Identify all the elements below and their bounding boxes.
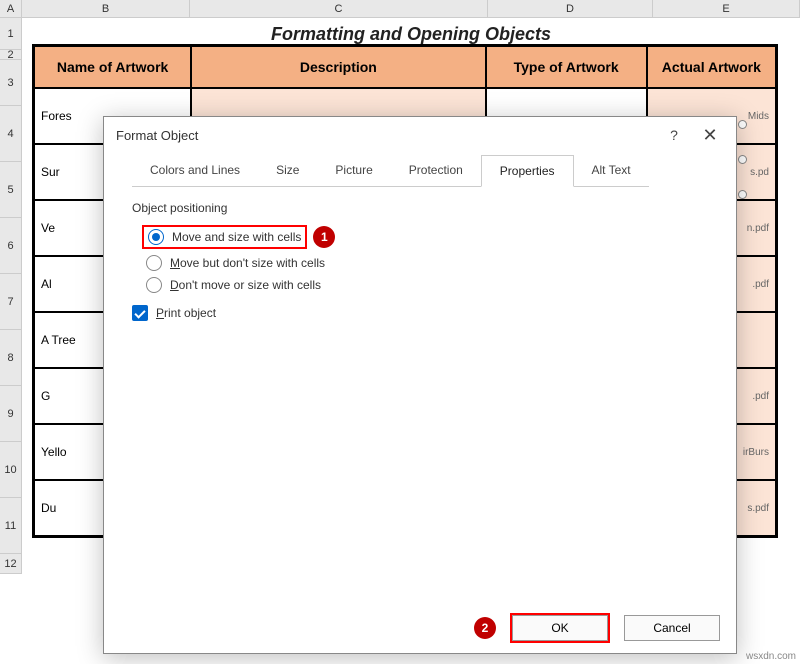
row-header-3[interactable]: 3	[0, 60, 21, 106]
column-header-d[interactable]: D	[488, 0, 653, 17]
checkbox-print-object-label[interactable]: Print object	[156, 306, 216, 320]
selection-handle-icon[interactable]	[738, 120, 747, 129]
column-header-c[interactable]: C	[190, 0, 488, 17]
row-header-2[interactable]: 2	[0, 50, 21, 60]
radio-icon[interactable]	[146, 277, 162, 293]
column-header-a[interactable]: A	[0, 0, 22, 17]
row-headers: 1 2 3 4 5 6 7 8 9 10 11 12	[0, 18, 22, 574]
row-header-10[interactable]: 10	[0, 442, 21, 498]
row-header-8[interactable]: 8	[0, 330, 21, 386]
tab-colors-and-lines[interactable]: Colors and Lines	[132, 155, 258, 187]
tab-picture[interactable]: Picture	[317, 155, 390, 187]
row-header-9[interactable]: 9	[0, 386, 21, 442]
radio-icon[interactable]	[146, 255, 162, 271]
header-type: Type of Artwork	[486, 46, 647, 88]
dialog-help-button[interactable]: ?	[660, 121, 688, 149]
header-actual: Actual Artwork	[647, 46, 776, 88]
row-header-4[interactable]: 4	[0, 106, 21, 162]
dialog-close-button[interactable]: ✕	[696, 121, 724, 149]
row-header-12[interactable]: 12	[0, 554, 21, 574]
tabstrip: Colors and Lines Size Picture Protection…	[132, 155, 708, 187]
annotation-highlight-1: Move and size with cells	[142, 225, 307, 249]
tab-size[interactable]: Size	[258, 155, 317, 187]
column-headers: A B C D E	[0, 0, 800, 18]
row-header-1[interactable]: 1	[0, 18, 21, 50]
selection-handle-icon[interactable]	[738, 190, 747, 199]
row-header-6[interactable]: 6	[0, 218, 21, 274]
format-object-dialog: Format Object ? ✕ Colors and Lines Size …	[103, 116, 737, 654]
radio-move-and-size-label[interactable]: Move and size with cells	[172, 230, 301, 244]
column-header-e[interactable]: E	[653, 0, 800, 17]
annotation-badge-2: 2	[474, 617, 496, 639]
selection-handle-icon[interactable]	[738, 155, 747, 164]
tab-protection[interactable]: Protection	[391, 155, 481, 187]
ok-button[interactable]: OK	[512, 615, 608, 641]
row-header-11[interactable]: 11	[0, 498, 21, 554]
tab-alt-text[interactable]: Alt Text	[574, 155, 649, 187]
dialog-title: Format Object	[116, 128, 660, 143]
annotation-badge-1: 1	[313, 226, 335, 248]
watermark: wsxdn.com	[746, 651, 796, 662]
column-header-b[interactable]: B	[22, 0, 190, 17]
header-name: Name of Artwork	[34, 46, 191, 88]
cancel-button[interactable]: Cancel	[624, 615, 720, 641]
tab-properties[interactable]: Properties	[481, 155, 574, 187]
row-header-7[interactable]: 7	[0, 274, 21, 330]
radio-icon[interactable]	[148, 229, 164, 245]
header-description: Description	[191, 46, 485, 88]
annotation-highlight-2: OK	[510, 613, 610, 643]
row-header-5[interactable]: 5	[0, 162, 21, 218]
checkbox-icon[interactable]	[132, 305, 148, 321]
radio-move-only-label[interactable]: Move but don't size with cells	[170, 256, 325, 270]
radio-dont-move-label[interactable]: Don't move or size with cells	[170, 278, 321, 292]
object-positioning-label: Object positioning	[132, 201, 708, 215]
